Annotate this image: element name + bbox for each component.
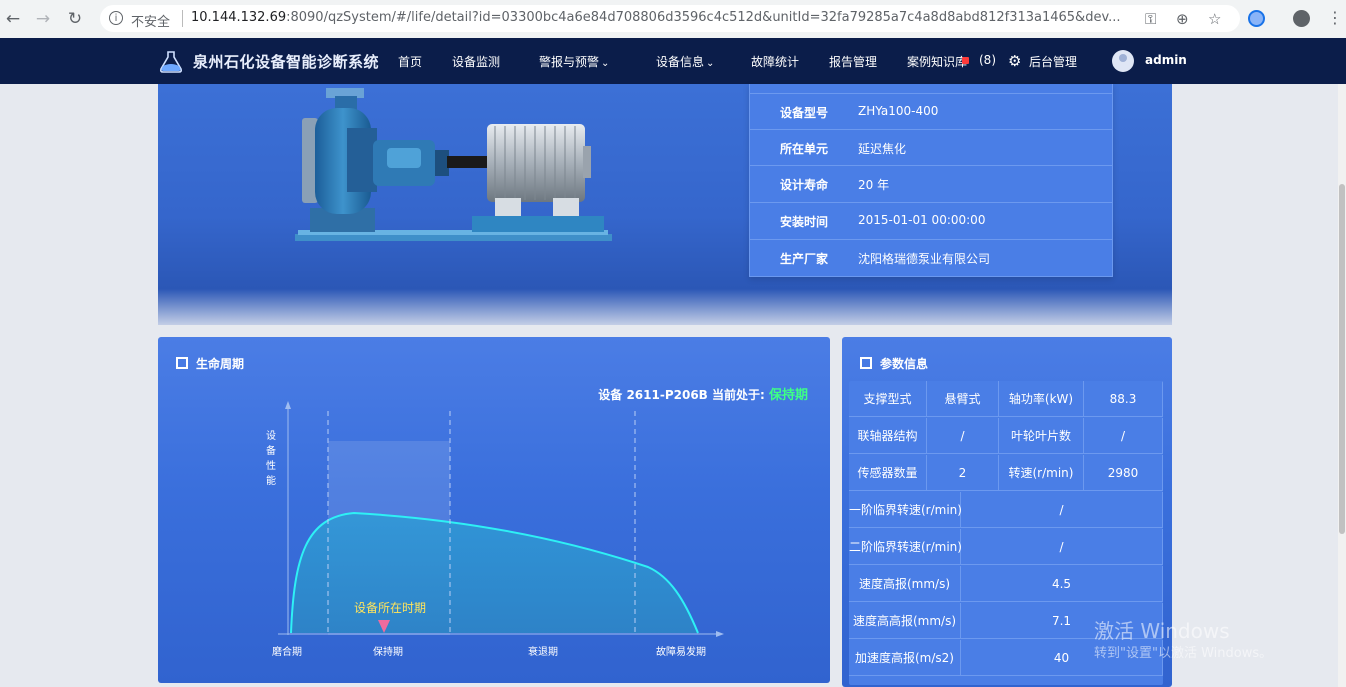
url-host: 10.144.132.69 bbox=[191, 10, 287, 25]
phase-label-failure: 故障易发期 bbox=[656, 645, 706, 658]
bookmark-star-icon[interactable]: ☆ bbox=[1208, 10, 1221, 28]
param-value: / bbox=[927, 418, 999, 454]
nav-home[interactable]: 首页 bbox=[398, 53, 422, 70]
device-info-row: 所在单元 延迟焦化 bbox=[750, 129, 1112, 166]
device-info-value: ZHYa100-400 bbox=[858, 104, 939, 118]
nav-monitoring[interactable]: 设备监测 bbox=[452, 53, 500, 70]
app-navbar: 泉州石化设备智能诊断系统 首页 设备监测 警报与预警 ⌄ 设备信息 ⌄ 故障统计 报… bbox=[0, 38, 1346, 84]
windows-watermark-subtitle: 转到"设置"以激活 Windows。 bbox=[1094, 646, 1273, 661]
url-text[interactable]: 10.144.132.69:8090/qzSystem/#/life/detai… bbox=[191, 10, 1121, 25]
device-info-value: 延迟焦化 bbox=[858, 142, 907, 156]
param-value: 4.5 bbox=[961, 566, 1163, 602]
username[interactable]: admin bbox=[1145, 53, 1187, 67]
param-value: 88.3 bbox=[1084, 381, 1163, 417]
param-label: 支撑型式 bbox=[849, 381, 927, 417]
windows-watermark-title: 激活 Windows bbox=[1094, 619, 1230, 643]
param-label: 速度高高报(mm/s) bbox=[849, 603, 961, 639]
device-info-row: 设备型号 ZHYa100-400 bbox=[750, 93, 1112, 130]
performance-area bbox=[291, 513, 698, 633]
nav-device-info[interactable]: 设备信息 ⌄ bbox=[656, 53, 714, 70]
square-icon bbox=[860, 357, 872, 369]
nav-case-library[interactable]: 案例知识库 bbox=[907, 53, 967, 70]
param-label: 速度高报(mm/s) bbox=[849, 566, 961, 602]
address-divider bbox=[182, 10, 183, 27]
params-title-text: 参数信息 bbox=[880, 357, 929, 371]
param-label: 二阶临界转速(r/min) bbox=[849, 529, 962, 565]
notification-badge[interactable]: (8) bbox=[979, 53, 996, 67]
chevron-down-icon: ⌄ bbox=[601, 58, 610, 69]
param-label: 加速度高报(m/s2) bbox=[849, 640, 961, 676]
y-axis-label: 设备性能 bbox=[266, 431, 276, 487]
device-info-label: 安装时间 bbox=[780, 215, 829, 229]
forward-icon[interactable]: → bbox=[33, 9, 53, 29]
param-value: / bbox=[961, 529, 1163, 565]
nav-fault-stats[interactable]: 故障统计 bbox=[751, 53, 799, 70]
extension-icon[interactable] bbox=[1248, 10, 1265, 27]
browser-menu-icon[interactable]: ⋮ bbox=[1327, 8, 1343, 27]
phase-label-stable: 保持期 bbox=[373, 645, 403, 658]
device-info-row: 生产厂家 沈阳格瑞德泵业有限公司 bbox=[750, 239, 1112, 276]
nav-alarms[interactable]: 警报与预警 ⌄ bbox=[539, 53, 609, 70]
device-info-label: 所在单元 bbox=[780, 142, 829, 156]
profile-icon[interactable] bbox=[1293, 10, 1310, 27]
phase-label-runin: 磨合期 bbox=[272, 645, 302, 658]
param-value: / bbox=[1084, 418, 1163, 454]
address-bar[interactable]: i 不安全 10.144.132.69:8090/qzSystem/#/life… bbox=[100, 5, 1240, 32]
scrollbar-thumb[interactable] bbox=[1339, 184, 1345, 534]
chevron-down-icon: ⌄ bbox=[706, 58, 715, 69]
param-label: 传感器数量 bbox=[849, 455, 927, 491]
phase-label-decline: 衰退期 bbox=[528, 645, 558, 658]
param-value: 悬臂式 bbox=[927, 381, 999, 417]
param-label: 轴功率(kW) bbox=[999, 381, 1084, 417]
device-info-value: 20 年 bbox=[858, 178, 890, 192]
y-axis-arrow bbox=[285, 401, 291, 409]
marker-label: 设备所在时期 bbox=[354, 601, 426, 615]
nav-device-info-label: 设备信息 bbox=[656, 55, 705, 69]
device-info-row: 安装时间 2015-01-01 00:00:00 bbox=[750, 202, 1112, 239]
reload-icon[interactable]: ↻ bbox=[65, 9, 85, 29]
device-hero: 设备型号 ZHYa100-400 所在单元 延迟焦化设计寿命 20 年安装时间 2015-… bbox=[158, 84, 1172, 325]
params-title: 参数信息 bbox=[860, 355, 928, 372]
zoom-icon[interactable]: ⊕ bbox=[1176, 10, 1189, 28]
param-value: 2980 bbox=[1084, 455, 1163, 491]
back-icon[interactable]: ← bbox=[3, 9, 23, 29]
avatar[interactable] bbox=[1112, 50, 1134, 72]
nav-admin[interactable]: 后台管理 bbox=[1029, 53, 1077, 70]
device-info-value: 2015-01-01 00:00:00 bbox=[858, 213, 986, 227]
brand-title[interactable]: 泉州石化设备智能诊断系统 bbox=[193, 51, 379, 72]
gear-icon[interactable]: ⚙ bbox=[1008, 52, 1021, 70]
browser-toolbar: ← → ↻ i 不安全 10.144.132.69:8090/qzSystem/… bbox=[0, 0, 1346, 39]
info-icon[interactable]: i bbox=[109, 11, 123, 25]
url-path: :8090/qzSystem/#/life/detail?id=03300bc4… bbox=[286, 10, 1121, 25]
param-value: / bbox=[961, 492, 1163, 528]
lifecycle-chart: 设备所在时期 磨合期 保持期 衰退期 故障易发期 bbox=[272, 401, 724, 658]
lifecycle-card: 生命周期 设备 2611-P206B 当前处于: 保持期 设备所在时期 磨合期 … bbox=[158, 337, 830, 683]
param-label: 一阶临界转速(r/min) bbox=[849, 492, 962, 528]
device-info-table: 设备型号 ZHYa100-400 所在单元 延迟焦化设计寿命 20 年安装时间 2015-… bbox=[749, 84, 1113, 277]
device-info-label: 设计寿命 bbox=[780, 178, 829, 192]
key-icon[interactable]: ⚿ bbox=[1145, 10, 1156, 28]
param-label: 转速(r/min) bbox=[999, 455, 1084, 491]
param-label: 联轴器结构 bbox=[849, 418, 927, 454]
device-info-row: 设计寿命 20 年 bbox=[750, 165, 1112, 202]
bell-icon[interactable] bbox=[962, 57, 969, 64]
nav-alarms-label: 警报与预警 bbox=[539, 55, 600, 69]
param-value: 2 bbox=[927, 455, 999, 491]
pump-illustration bbox=[295, 88, 612, 241]
security-label[interactable]: 不安全 bbox=[131, 11, 170, 30]
device-info-label: 设备型号 bbox=[780, 106, 829, 120]
param-label: 叶轮叶片数 bbox=[999, 418, 1084, 454]
device-info-value: 沈阳格瑞德泵业有限公司 bbox=[858, 252, 991, 266]
nav-reports[interactable]: 报告管理 bbox=[829, 53, 877, 70]
logo-icon bbox=[159, 51, 183, 73]
device-info-label: 生产厂家 bbox=[780, 252, 829, 266]
x-axis-arrow bbox=[716, 631, 724, 637]
